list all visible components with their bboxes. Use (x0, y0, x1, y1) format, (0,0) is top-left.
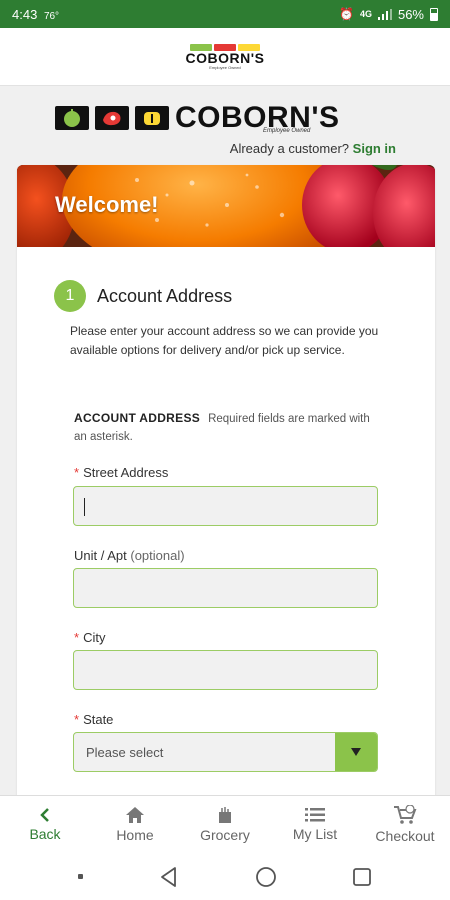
sign-in-link[interactable]: Sign in (353, 141, 396, 156)
alarm-icon: ⏰ (339, 7, 354, 21)
system-nav-bar (0, 853, 450, 900)
status-bar: 4:43 76° ⏰ 4G 56% (0, 0, 450, 28)
city-input[interactable] (73, 650, 378, 690)
nav-my-list-label: My List (292, 826, 338, 842)
grocery-bag-icon (219, 807, 231, 823)
status-right: ⏰ 4G 56% (339, 7, 438, 22)
nav-home-label: Home (116, 827, 154, 843)
brand-name: COBORN'S (175, 101, 340, 134)
unit-apt-input[interactable] (73, 568, 378, 608)
system-recents-icon[interactable] (352, 867, 372, 887)
nav-grocery[interactable]: Grocery (180, 796, 270, 853)
list-icon (305, 808, 325, 822)
meat-icon (95, 106, 129, 130)
unit-apt-label-text: Unit / Apt (74, 548, 127, 563)
city-label-text: City (83, 630, 106, 645)
street-address-input[interactable] (73, 486, 378, 526)
step-number-badge: 1 (54, 280, 86, 312)
nav-back-label: Back (29, 826, 61, 842)
battery-percent: 56% (397, 6, 424, 22)
status-time: 4:43 (12, 6, 38, 22)
nav-checkout[interactable]: Checkout (360, 796, 450, 853)
system-back-icon[interactable] (158, 866, 180, 888)
system-dot-icon (77, 874, 83, 879)
street-address-label: * Street Address (74, 465, 168, 480)
brand-tagline: Employee Owned (263, 128, 311, 134)
header-logo-tagline: Employee Owned (209, 64, 241, 70)
network-type: 4G (359, 9, 372, 19)
apple-icon (55, 106, 89, 130)
system-home-icon[interactable] (255, 866, 277, 888)
nav-my-list[interactable]: My List (270, 796, 360, 853)
step-header: 1 Account Address (54, 280, 232, 312)
signal-icon (377, 8, 392, 20)
welcome-banner: Welcome! (17, 165, 435, 247)
section-heading: ACCOUNT ADDRESS (74, 411, 201, 425)
dropdown-arrow-icon[interactable] (335, 733, 377, 771)
nav-back[interactable]: Back (0, 796, 90, 853)
bread-icon (135, 106, 169, 130)
welcome-title: Welcome! (55, 192, 159, 217)
status-temperature: 76° (43, 10, 60, 22)
app-header: COBORN'S Employee Owned (0, 28, 450, 86)
state-select[interactable]: Please select (73, 732, 378, 772)
step-title: Account Address (97, 285, 233, 306)
chevron-left-icon (40, 808, 49, 822)
account-address-card: Welcome! 1 Account Address Please enter … (17, 165, 435, 805)
intro-text: Please enter your account address so we … (70, 324, 379, 357)
required-asterisk: * (74, 712, 80, 727)
nav-checkout-label: Checkout (375, 828, 435, 844)
state-label-text: State (83, 712, 114, 727)
cart-icon (394, 805, 417, 824)
bottom-nav: Back Home Grocery My List Checkout (0, 795, 450, 853)
header-logo[interactable]: COBORN'S Employee Owned (185, 43, 265, 70)
optional-tag: (optional) (130, 548, 185, 563)
unit-apt-label: Unit / Apt (optional) (74, 548, 185, 563)
section-heading-row: ACCOUNT ADDRESS Required fields are marke… (74, 409, 384, 446)
required-asterisk: * (74, 630, 80, 645)
nav-grocery-label: Grocery (200, 827, 250, 843)
street-address-label-text: Street Address (83, 465, 169, 480)
state-select-value: Please select (86, 744, 164, 760)
home-icon (126, 807, 144, 823)
city-label: * City (74, 630, 105, 645)
battery-icon (430, 7, 438, 21)
status-left: 4:43 76° (12, 7, 59, 22)
header-logo-text: COBORN'S (185, 49, 265, 66)
nav-home[interactable]: Home (90, 796, 180, 853)
required-asterisk: * (74, 465, 80, 480)
already-customer-row: Already a customer? Sign in (230, 141, 396, 156)
already-customer-text: Already a customer? (229, 141, 350, 156)
text-cursor (84, 498, 85, 516)
state-label: * State (74, 712, 113, 727)
